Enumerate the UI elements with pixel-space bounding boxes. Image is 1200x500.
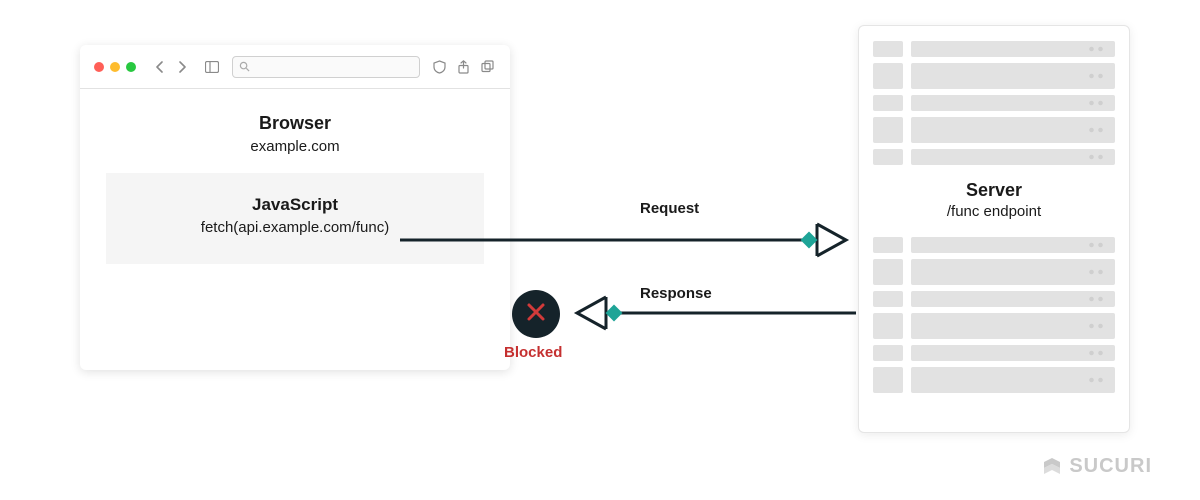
server-title: Server (873, 180, 1115, 201)
rack-row (873, 259, 1115, 285)
browser-window: Browser example.com JavaScript fetch(api… (80, 45, 510, 370)
back-icon[interactable] (150, 57, 170, 77)
rack-row (873, 95, 1115, 111)
rack-row (873, 291, 1115, 307)
server-endpoint: /func endpoint (873, 203, 1115, 220)
blocked-badge (512, 290, 560, 338)
browser-domain: example.com (106, 138, 484, 155)
address-bar[interactable] (232, 56, 420, 78)
shield-icon[interactable] (430, 58, 448, 76)
javascript-box: JavaScript fetch(api.example.com/func) (106, 173, 484, 264)
rack-row (873, 63, 1115, 89)
server-label-block: Server /func endpoint (873, 180, 1115, 220)
rack-row (873, 313, 1115, 339)
brand-text: SUCURI (1069, 455, 1152, 478)
forward-icon[interactable] (172, 57, 192, 77)
rack-row (873, 41, 1115, 57)
response-arrow (577, 297, 856, 329)
search-icon (239, 61, 250, 72)
request-label: Request (640, 200, 699, 217)
toolbar-right-icons (430, 58, 496, 76)
share-icon[interactable] (454, 58, 472, 76)
close-icon[interactable] (94, 62, 104, 72)
javascript-title: JavaScript (124, 195, 466, 215)
rack-row (873, 117, 1115, 143)
maximize-icon[interactable] (126, 62, 136, 72)
browser-chrome-bar (80, 45, 510, 89)
sidebar-toggle-icon[interactable] (202, 57, 222, 77)
browser-title: Browser (106, 113, 484, 134)
x-icon (525, 299, 547, 330)
window-controls (94, 62, 136, 72)
browser-body: Browser example.com JavaScript fetch(api… (80, 89, 510, 282)
blocked-label: Blocked (504, 344, 562, 361)
copy-icon[interactable] (478, 58, 496, 76)
rack-row (873, 345, 1115, 361)
rack-row (873, 367, 1115, 393)
brand-logo: SUCURI (1041, 455, 1152, 478)
brand-mark-icon (1041, 456, 1063, 478)
javascript-call: fetch(api.example.com/func) (124, 219, 466, 236)
minimize-icon[interactable] (110, 62, 120, 72)
rack-row (873, 149, 1115, 165)
response-label: Response (640, 285, 712, 302)
rack-row (873, 237, 1115, 253)
nav-buttons (150, 57, 192, 77)
server-panel: Server /func endpoint (858, 25, 1130, 433)
